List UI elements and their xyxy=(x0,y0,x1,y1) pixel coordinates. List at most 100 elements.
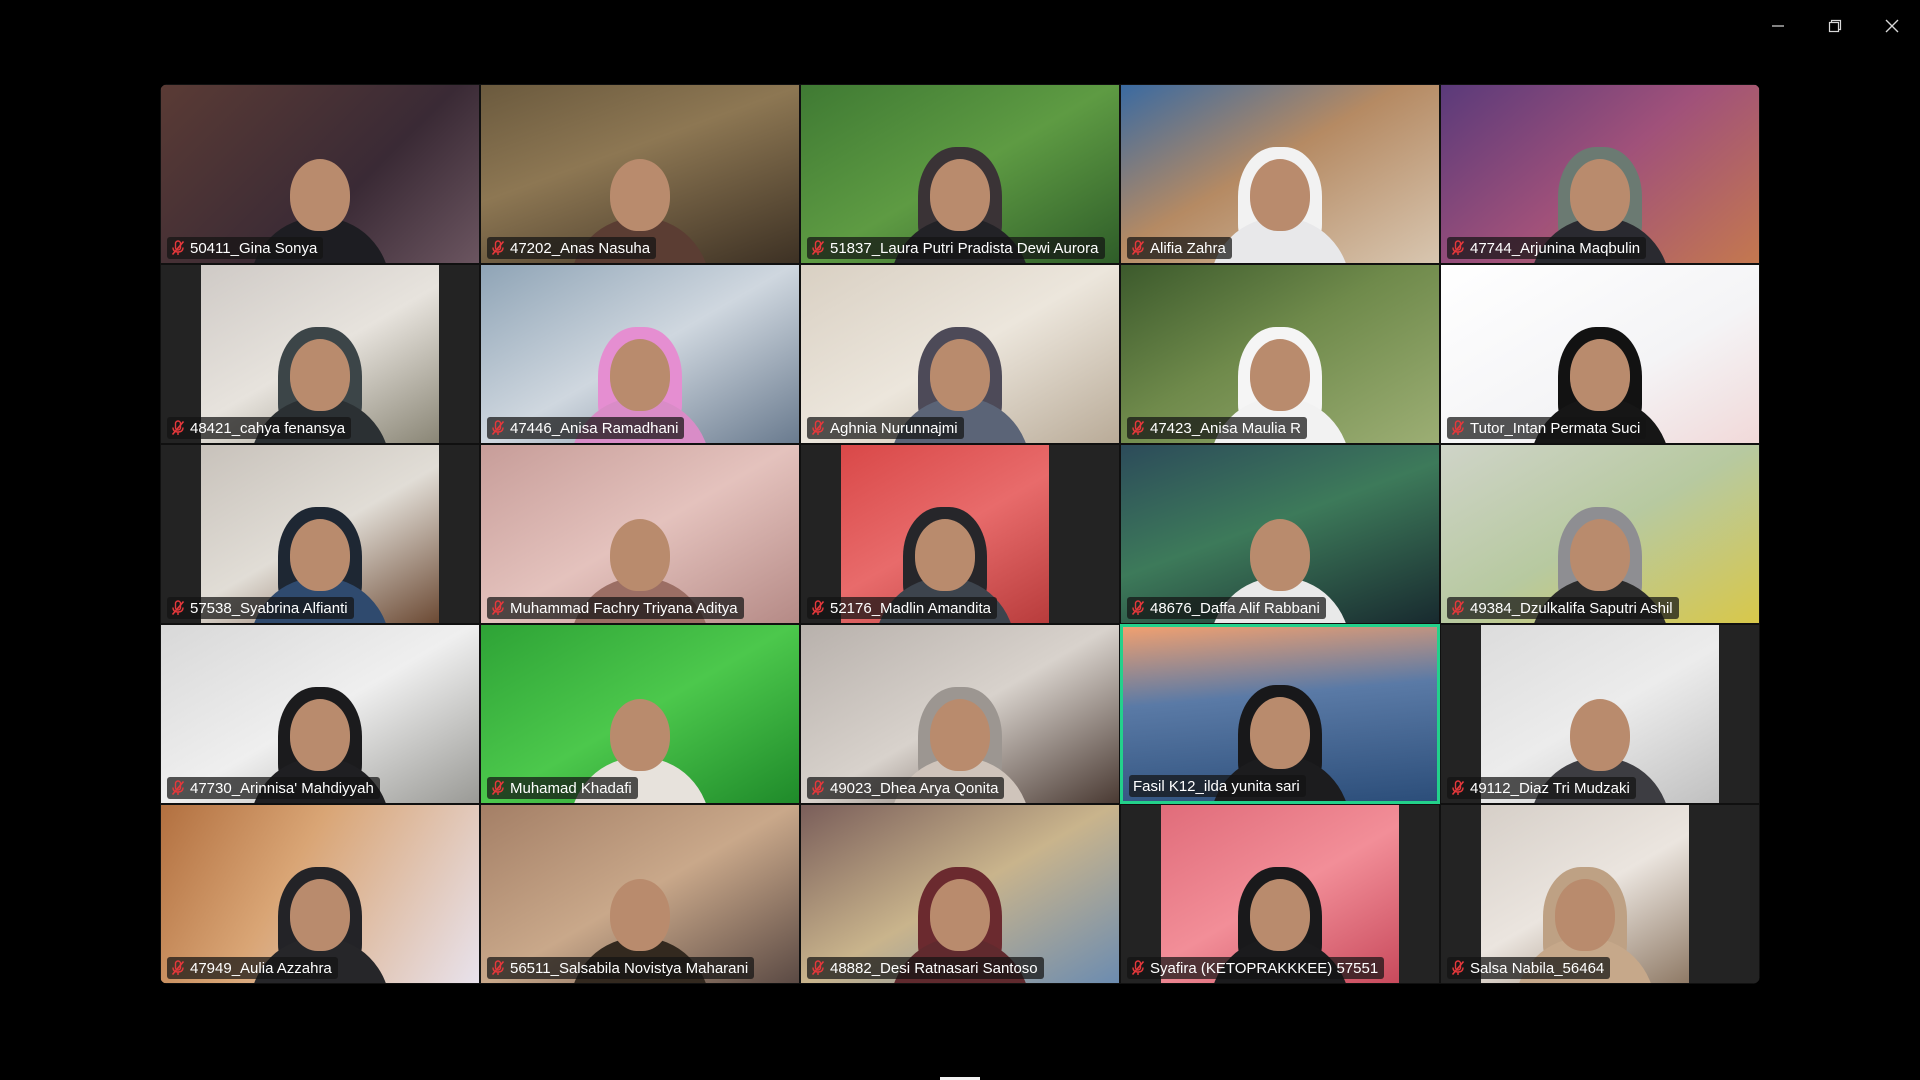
participant-tile[interactable]: 47446_Anisa Ramadhani xyxy=(480,264,800,444)
participant-tile[interactable]: Muhamad Khadafi xyxy=(480,624,800,804)
participant-tile[interactable]: 49384_Dzulkalifa Saputri Ashil xyxy=(1440,444,1760,624)
video-gallery: 50411_Gina Sonya 47202_Anas Nasuha 51837_L… xyxy=(160,84,1760,984)
participant-name: 47949_Aulia Azzahra xyxy=(190,959,332,977)
participant-nameplate: Salsa Nabila_56464 xyxy=(1447,957,1611,979)
participant-nameplate: Syafira (KETOPRAKKKEE) 57551 xyxy=(1127,957,1385,979)
muted-mic-icon xyxy=(1131,600,1145,616)
participant-tile[interactable]: 50411_Gina Sonya xyxy=(160,84,480,264)
participant-nameplate: Muhamad Khadafi xyxy=(487,777,638,799)
participant-tile[interactable]: 48676_Daffa Alif Rabbani xyxy=(1120,444,1440,624)
restore-button[interactable] xyxy=(1806,0,1863,52)
participant-nameplate: 48882_Desi Ratnasari Santoso xyxy=(807,957,1044,979)
participant-tile[interactable]: Aghnia Nurunnajmi xyxy=(800,264,1120,444)
muted-mic-icon xyxy=(171,780,185,796)
participant-tile[interactable]: 56511_Salsabila Novistya Maharani xyxy=(480,804,800,984)
window-titlebar xyxy=(1749,0,1920,52)
participant-nameplate: Fasil K12_ilda yunita sari xyxy=(1129,775,1306,797)
participant-tile[interactable]: 47949_Aulia Azzahra xyxy=(160,804,480,984)
participant-tile[interactable]: Alifia Zahra xyxy=(1120,84,1440,264)
muted-mic-icon xyxy=(811,600,825,616)
participant-nameplate: 47423_Anisa Maulia R xyxy=(1127,417,1307,439)
participant-name: 48421_cahya fenansya xyxy=(190,419,346,437)
participant-tile[interactable]: 48882_Desi Ratnasari Santoso xyxy=(800,804,1120,984)
participant-name: Muhammad Fachry Triyana Aditya xyxy=(510,599,738,617)
participant-name: 52176_Madlin Amandita xyxy=(830,599,991,617)
participant-nameplate: 51837_Laura Putri Pradista Dewi Aurora xyxy=(807,237,1105,259)
participant-tile[interactable]: Fasil K12_ilda yunita sari xyxy=(1120,624,1440,804)
minimize-icon xyxy=(1771,19,1785,33)
participant-nameplate: 47744_Arjunina Maqbulin xyxy=(1447,237,1647,259)
muted-mic-icon xyxy=(491,240,505,256)
muted-mic-icon xyxy=(171,240,185,256)
participant-tile[interactable]: Syafira (KETOPRAKKKEE) 57551 xyxy=(1120,804,1440,984)
participant-nameplate: 49023_Dhea Arya Qonita xyxy=(807,777,1005,799)
muted-mic-icon xyxy=(1451,420,1465,436)
muted-mic-icon xyxy=(811,420,825,436)
participant-nameplate: 47730_Arinnisa' Mahdiyyah xyxy=(167,777,380,799)
muted-mic-icon xyxy=(171,600,185,616)
meeting-window: 50411_Gina Sonya 47202_Anas Nasuha 51837_L… xyxy=(0,0,1920,1080)
participant-name: Alifia Zahra xyxy=(1150,239,1226,257)
participant-name: 48882_Desi Ratnasari Santoso xyxy=(830,959,1038,977)
participant-nameplate: Tutor_Intan Permata Suci xyxy=(1447,417,1647,439)
participant-nameplate: 56511_Salsabila Novistya Maharani xyxy=(487,957,755,979)
participant-tile[interactable]: 52176_Madlin Amandita xyxy=(800,444,1120,624)
participant-tile[interactable]: 49023_Dhea Arya Qonita xyxy=(800,624,1120,804)
participant-tile[interactable]: Tutor_Intan Permata Suci xyxy=(1440,264,1760,444)
participant-name: 50411_Gina Sonya xyxy=(190,239,318,257)
participant-nameplate: Alifia Zahra xyxy=(1127,237,1232,259)
participant-nameplate: 57538_Syabrina Alfianti xyxy=(167,597,354,619)
participant-name: 49023_Dhea Arya Qonita xyxy=(830,779,999,797)
participant-nameplate: 52176_Madlin Amandita xyxy=(807,597,997,619)
participant-tile[interactable]: 47423_Anisa Maulia R xyxy=(1120,264,1440,444)
close-button[interactable] xyxy=(1863,0,1920,52)
participant-name: 47744_Arjunina Maqbulin xyxy=(1470,239,1641,257)
muted-mic-icon xyxy=(811,960,825,976)
muted-mic-icon xyxy=(491,420,505,436)
participant-name: Muhamad Khadafi xyxy=(510,779,632,797)
restore-icon xyxy=(1828,19,1842,33)
muted-mic-icon xyxy=(491,960,505,976)
participant-name: 47446_Anisa Ramadhani xyxy=(510,419,679,437)
participant-tile[interactable]: Muhammad Fachry Triyana Aditya xyxy=(480,444,800,624)
participant-nameplate: 49112_Diaz Tri Mudzaki xyxy=(1447,777,1636,799)
participant-name: 47423_Anisa Maulia R xyxy=(1150,419,1301,437)
participant-name: 49112_Diaz Tri Mudzaki xyxy=(1470,779,1630,797)
participant-name: 48676_Daffa Alif Rabbani xyxy=(1150,599,1320,617)
participant-name: 57538_Syabrina Alfianti xyxy=(190,599,348,617)
muted-mic-icon xyxy=(491,780,505,796)
muted-mic-icon xyxy=(171,420,185,436)
participant-tile[interactable]: 49112_Diaz Tri Mudzaki xyxy=(1440,624,1760,804)
muted-mic-icon xyxy=(491,600,505,616)
participant-tile[interactable]: 51837_Laura Putri Pradista Dewi Aurora xyxy=(800,84,1120,264)
participant-nameplate: 50411_Gina Sonya xyxy=(167,237,324,259)
muted-mic-icon xyxy=(1451,240,1465,256)
muted-mic-icon xyxy=(171,960,185,976)
muted-mic-icon xyxy=(1451,600,1465,616)
participant-nameplate: Aghnia Nurunnajmi xyxy=(807,417,964,439)
participant-name: Fasil K12_ilda yunita sari xyxy=(1133,777,1300,795)
muted-mic-icon xyxy=(1131,240,1145,256)
muted-mic-icon xyxy=(1451,960,1465,976)
participant-nameplate: 47202_Anas Nasuha xyxy=(487,237,657,259)
participant-tile[interactable]: Salsa Nabila_56464 xyxy=(1440,804,1760,984)
participant-nameplate: 48421_cahya fenansya xyxy=(167,417,352,439)
participant-name: Aghnia Nurunnajmi xyxy=(830,419,958,437)
participant-name: Tutor_Intan Permata Suci xyxy=(1470,419,1641,437)
muted-mic-icon xyxy=(811,240,825,256)
participant-nameplate: Muhammad Fachry Triyana Aditya xyxy=(487,597,744,619)
participant-tile[interactable]: 47202_Anas Nasuha xyxy=(480,84,800,264)
participant-name: 49384_Dzulkalifa Saputri Ashil xyxy=(1470,599,1673,617)
minimize-button[interactable] xyxy=(1749,0,1806,52)
participant-tile[interactable]: 48421_cahya fenansya xyxy=(160,264,480,444)
participant-name: 47202_Anas Nasuha xyxy=(510,239,651,257)
participant-tile[interactable]: 57538_Syabrina Alfianti xyxy=(160,444,480,624)
participant-tile[interactable]: 47744_Arjunina Maqbulin xyxy=(1440,84,1760,264)
participant-name: Salsa Nabila_56464 xyxy=(1470,959,1605,977)
muted-mic-icon xyxy=(811,780,825,796)
participant-tile[interactable]: 47730_Arinnisa' Mahdiyyah xyxy=(160,624,480,804)
participant-nameplate: 49384_Dzulkalifa Saputri Ashil xyxy=(1447,597,1679,619)
participant-name: 47730_Arinnisa' Mahdiyyah xyxy=(190,779,374,797)
muted-mic-icon xyxy=(1131,420,1145,436)
close-icon xyxy=(1885,19,1899,33)
